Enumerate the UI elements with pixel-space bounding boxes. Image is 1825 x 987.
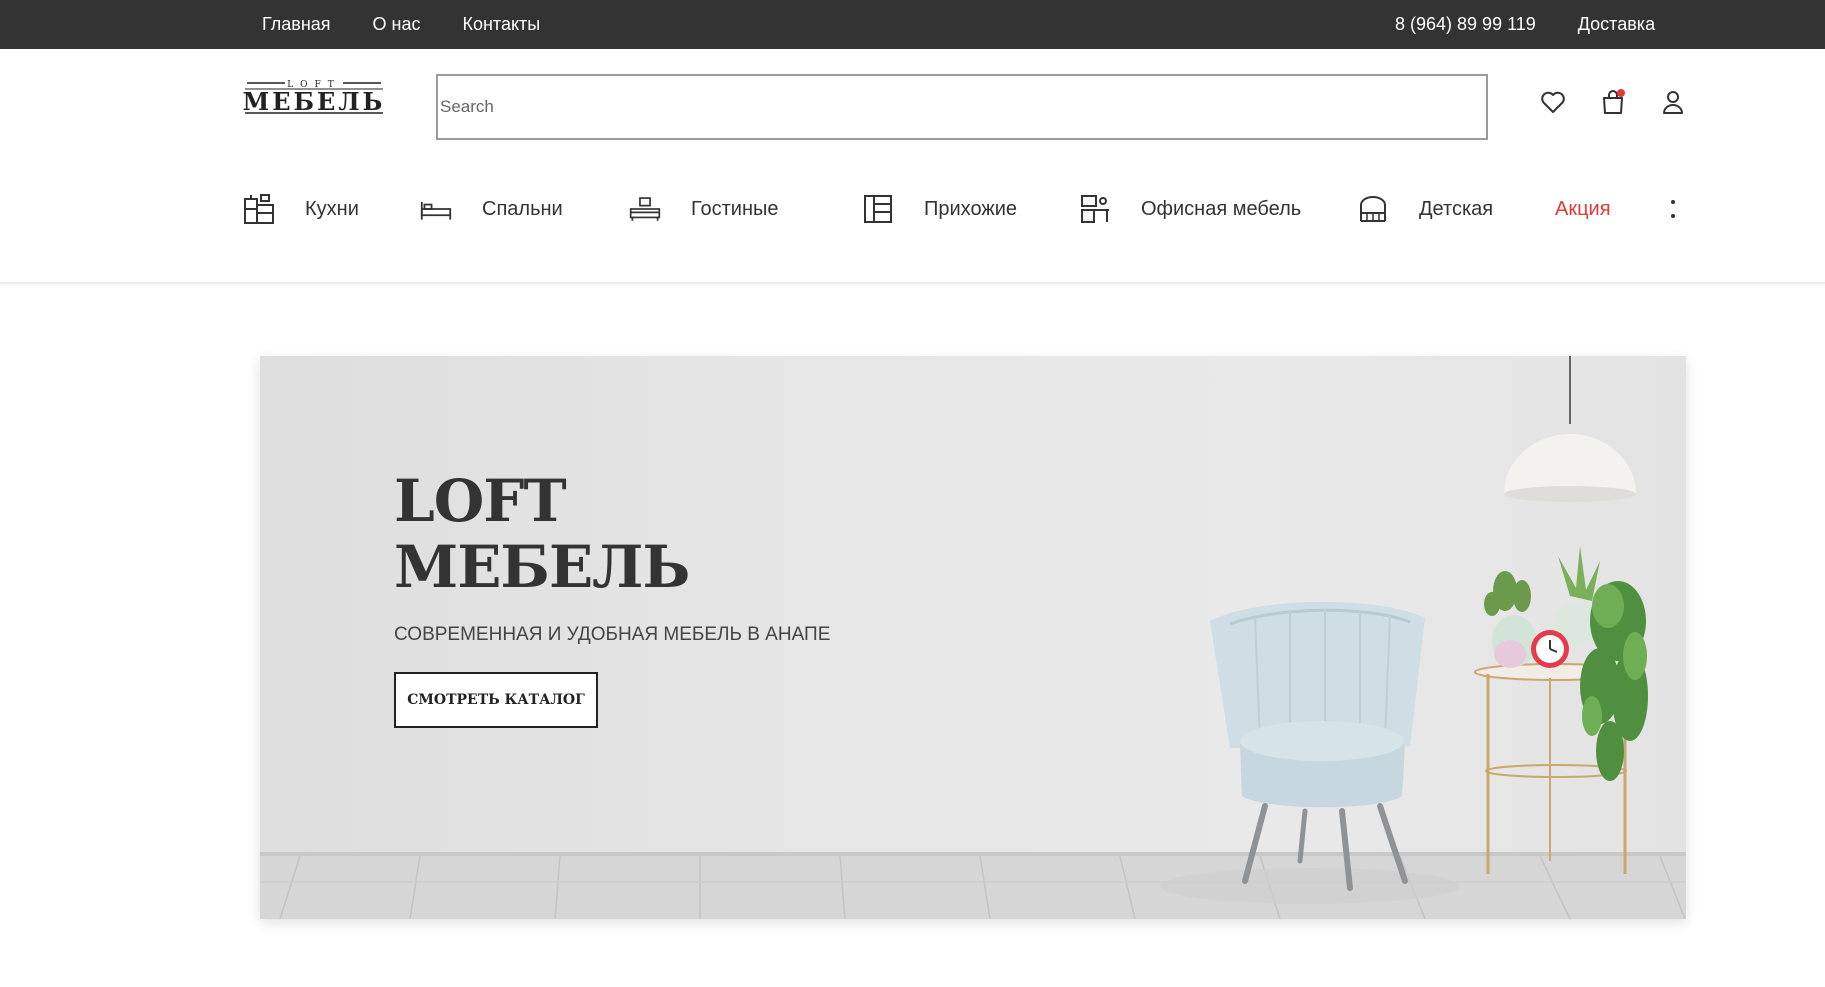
hero-interior-image — [1160, 356, 1648, 904]
cart-badge — [1617, 89, 1625, 97]
bed-icon — [420, 201, 452, 220]
category-label: Прихожие — [924, 197, 1018, 220]
search-input[interactable] — [436, 74, 1488, 140]
category-bedrooms[interactable]: Спальни — [420, 188, 563, 230]
category-label: Акция — [1555, 197, 1611, 220]
category-label: Офисная мебель — [1141, 197, 1302, 220]
more-categories-icon[interactable] — [1669, 196, 1677, 222]
category-hallways[interactable]: Прихожие — [862, 188, 1017, 230]
category-promo[interactable]: Акция — [1555, 188, 1611, 230]
hero-title: LOFT МЕБЕЛЬ — [394, 467, 690, 601]
category-kids[interactable]: Детская — [1357, 188, 1493, 230]
top-contacts: 8 (964) 89 99 119 Доставка — [1395, 0, 1655, 49]
nav-link-about[interactable]: О нас — [373, 14, 421, 35]
category-label: Детская — [1419, 197, 1494, 220]
heart-icon[interactable] — [1539, 88, 1567, 116]
hero-title-line2: МЕБЕЛЬ — [394, 533, 690, 601]
hero-subtitle: СОВРЕМЕННАЯ И УДОБНАЯ МЕБЕЛЬ В АНАПЕ — [394, 624, 831, 645]
kitchen-icon — [244, 194, 274, 224]
view-catalog-button[interactable]: СМОТРЕТЬ КАТАЛОГ — [394, 672, 598, 728]
nav-link-delivery[interactable]: Доставка — [1578, 14, 1655, 35]
office-desk-icon — [1081, 195, 1109, 223]
user-icon[interactable] — [1659, 88, 1687, 116]
top-nav: Главная О нас Контакты — [262, 0, 540, 49]
hero-banner: LOFT МЕБЕЛЬ СОВРЕМЕННАЯ И УДОБНАЯ МЕБЕЛЬ… — [260, 356, 1686, 919]
top-bar: Главная О нас Контакты 8 (964) 89 99 119… — [0, 0, 1825, 49]
category-kitchens[interactable]: Кухни — [243, 188, 359, 230]
hallway-wardrobe-icon — [864, 195, 892, 223]
nav-link-home[interactable]: Главная — [262, 14, 331, 35]
category-label: Кухни — [305, 197, 359, 220]
header-actions — [1539, 88, 1687, 116]
site-logo[interactable]: LOFT МЕБЕЛЬ — [243, 80, 385, 116]
svg-text:МЕБЕЛЬ: МЕБЕЛЬ — [243, 87, 385, 116]
category-label: Спальни — [482, 197, 563, 220]
category-nav: Кухни Спальни Гостиные Прихожие Офисная … — [243, 188, 1683, 230]
living-room-icon — [629, 197, 661, 221]
header-divider — [0, 282, 1825, 284]
nav-link-contacts[interactable]: Контакты — [462, 14, 540, 35]
cart-icon[interactable] — [1599, 88, 1627, 116]
category-label: Гостиные — [691, 197, 779, 220]
category-living-rooms[interactable]: Гостиные — [629, 188, 779, 230]
hero-title-line1: LOFT — [394, 467, 567, 535]
category-office[interactable]: Офисная мебель — [1079, 188, 1301, 230]
crib-icon — [1360, 196, 1386, 222]
phone-link[interactable]: 8 (964) 89 99 119 — [1395, 14, 1536, 35]
